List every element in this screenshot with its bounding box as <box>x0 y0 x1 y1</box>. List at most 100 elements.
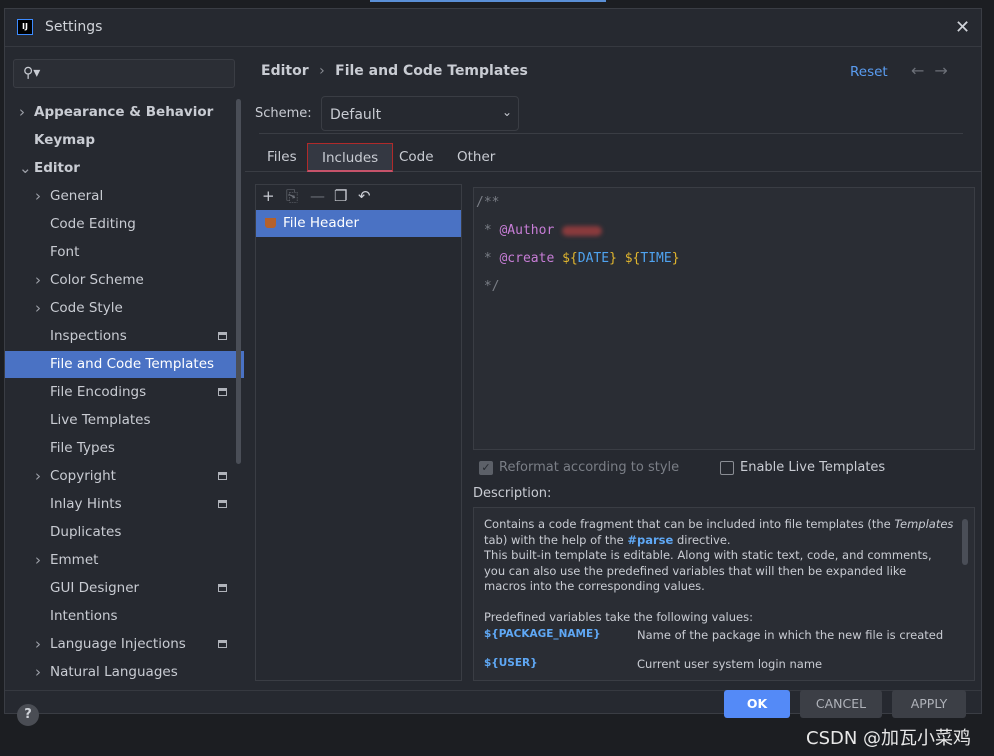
chevron-right-icon[interactable]: › <box>35 631 41 658</box>
divider <box>259 133 963 134</box>
sidebar-item-label: Inlay Hints <box>50 496 122 512</box>
project-settings-icon <box>218 500 227 508</box>
enable-live-templates-checkbox[interactable] <box>720 461 734 475</box>
description-label: Description: <box>473 486 552 501</box>
coffee-cup-icon <box>265 218 276 228</box>
sidebar-item-label: Language Injections <box>50 636 186 652</box>
tab-files[interactable]: Files <box>253 143 311 172</box>
list-item-file-header[interactable]: File Header <box>256 210 461 237</box>
sidebar-item-label: Code Editing <box>50 216 136 232</box>
description-scrollbar[interactable] <box>962 519 968 565</box>
help-button[interactable]: ? <box>17 704 39 726</box>
breadcrumb: Editor › File and Code Templates <box>261 63 528 79</box>
chevron-right-icon[interactable]: › <box>35 547 41 574</box>
ok-button[interactable]: OK <box>724 690 790 718</box>
duplicate-icon[interactable]: ❐ <box>334 187 358 205</box>
sidebar-item-gui-designer[interactable]: GUI Designer <box>5 575 244 602</box>
watermark: CSDN @加瓦小菜鸡 <box>806 728 972 749</box>
sidebar-item-label: File Types <box>50 440 115 456</box>
sidebar-item-file-encodings[interactable]: File Encodings <box>5 379 244 406</box>
code-token: * <box>476 223 500 238</box>
sidebar-item-file-types[interactable]: File Types <box>5 435 244 462</box>
sidebar-item-label: Font <box>50 244 80 260</box>
description-body: This built-in template is editable. Alon… <box>484 548 932 593</box>
sidebar-item-editor[interactable]: ⌄ Editor <box>5 155 244 182</box>
tab-code[interactable]: Code <box>385 143 448 172</box>
revert-icon[interactable]: ↶ <box>358 187 382 205</box>
chevron-right-icon[interactable]: › <box>35 463 41 490</box>
template-code-editor[interactable]: /** * @Author * @create ${DATE} ${TIME} … <box>473 187 975 450</box>
remove-icon[interactable]: — <box>310 187 334 205</box>
chevron-right-icon[interactable]: › <box>35 183 41 210</box>
sidebar-item-code-style[interactable]: › Code Style <box>5 295 244 322</box>
settings-dialog: IJ Settings ✕ ⚲▾ › Appearance & Behavior K… <box>4 8 982 714</box>
code-token: } <box>671 251 680 266</box>
apply-button[interactable]: APPLY <box>892 690 966 718</box>
sidebar-item-natural-languages[interactable]: › Natural Languages <box>5 659 244 686</box>
tab-includes[interactable]: Includes <box>307 143 394 172</box>
code-token: TIME <box>640 251 672 266</box>
chevron-down-icon[interactable]: ⌄ <box>19 155 32 182</box>
search-input[interactable]: ⚲▾ <box>13 59 235 88</box>
sidebar-item-label: Editor <box>34 160 80 176</box>
close-icon[interactable]: ✕ <box>955 17 970 38</box>
code-token: ${ <box>624 251 641 266</box>
cancel-button[interactable]: CANCEL <box>800 690 882 718</box>
chevron-right-icon[interactable]: › <box>35 267 41 294</box>
description-intro: Contains a code fragment that can be inc… <box>484 517 954 547</box>
sidebar-item-inlay-hints[interactable]: Inlay Hints <box>5 491 244 518</box>
sidebar-item-label: Live Templates <box>50 412 151 428</box>
chevron-down-icon: ⌄ <box>501 105 512 119</box>
sidebar-item-label: Duplicates <box>50 524 122 540</box>
variable-row: ${USER} Current user system login name <box>484 656 964 680</box>
forward-arrow-icon[interactable]: → <box>934 61 957 80</box>
sidebar-item-language-injections[interactable]: › Language Injections <box>5 631 244 658</box>
scheme-select[interactable]: Default ⌄ <box>321 96 519 131</box>
reset-link[interactable]: Reset <box>850 64 888 80</box>
sidebar-item-emmet[interactable]: › Emmet <box>5 547 244 574</box>
variable-desc: Current user system login name <box>637 657 823 671</box>
scheme-value: Default <box>330 107 382 123</box>
code-token: @Author <box>499 223 555 238</box>
project-settings-icon <box>218 640 227 648</box>
sidebar-item-general[interactable]: › General <box>5 183 244 210</box>
sidebar-item-file-and-code-templates[interactable]: File and Code Templates <box>5 351 244 378</box>
sidebar-scrollbar[interactable] <box>236 99 241 464</box>
sidebar-item-code-editing[interactable]: Code Editing <box>5 211 244 238</box>
sidebar-item-copyright[interactable]: › Copyright <box>5 463 244 490</box>
sidebar-item-label: Inspections <box>50 328 127 344</box>
sidebar-item-live-templates[interactable]: Live Templates <box>5 407 244 434</box>
sidebar-item-intentions[interactable]: Intentions <box>5 603 244 630</box>
chevron-right-icon[interactable]: › <box>35 659 41 686</box>
breadcrumb-parent[interactable]: Editor <box>261 63 309 79</box>
code-line: /** <box>474 194 974 222</box>
tab-other[interactable]: Other <box>443 143 509 172</box>
reformat-checkbox[interactable]: ✓ <box>479 461 493 475</box>
sidebar-item-label: Color Scheme <box>50 272 144 288</box>
background-window-accent <box>370 0 606 2</box>
code-token: ${ <box>562 251 578 266</box>
code-token: * <box>476 251 500 266</box>
copy-add-icon[interactable]: ⎘ <box>286 187 310 205</box>
variable-desc: Name of the package in which the new fil… <box>637 628 944 642</box>
breadcrumb-separator: › <box>319 63 325 79</box>
back-arrow-icon[interactable]: ← <box>911 61 934 80</box>
chevron-right-icon[interactable]: › <box>35 295 41 322</box>
sidebar-item-color-scheme[interactable]: › Color Scheme <box>5 267 244 294</box>
sidebar-item-duplicates[interactable]: Duplicates <box>5 519 244 546</box>
add-icon[interactable]: + <box>262 187 286 205</box>
project-settings-icon <box>218 584 227 592</box>
sidebar-item-font[interactable]: Font <box>5 239 244 266</box>
nav-arrows: ←→ <box>911 61 958 80</box>
chevron-right-icon[interactable]: › <box>19 99 25 126</box>
description-panel: Contains a code fragment that can be inc… <box>473 507 975 681</box>
sidebar-item-label: Emmet <box>50 552 99 568</box>
sidebar-item-inspections[interactable]: Inspections <box>5 323 244 350</box>
sidebar-item-label: Code Style <box>50 300 123 316</box>
variable-name: ${USER} <box>484 657 538 669</box>
sidebar-item-keymap[interactable]: Keymap <box>5 127 244 154</box>
page-title: File and Code Templates <box>335 63 528 79</box>
sidebar-item-appearance-behavior[interactable]: › Appearance & Behavior <box>5 99 244 126</box>
